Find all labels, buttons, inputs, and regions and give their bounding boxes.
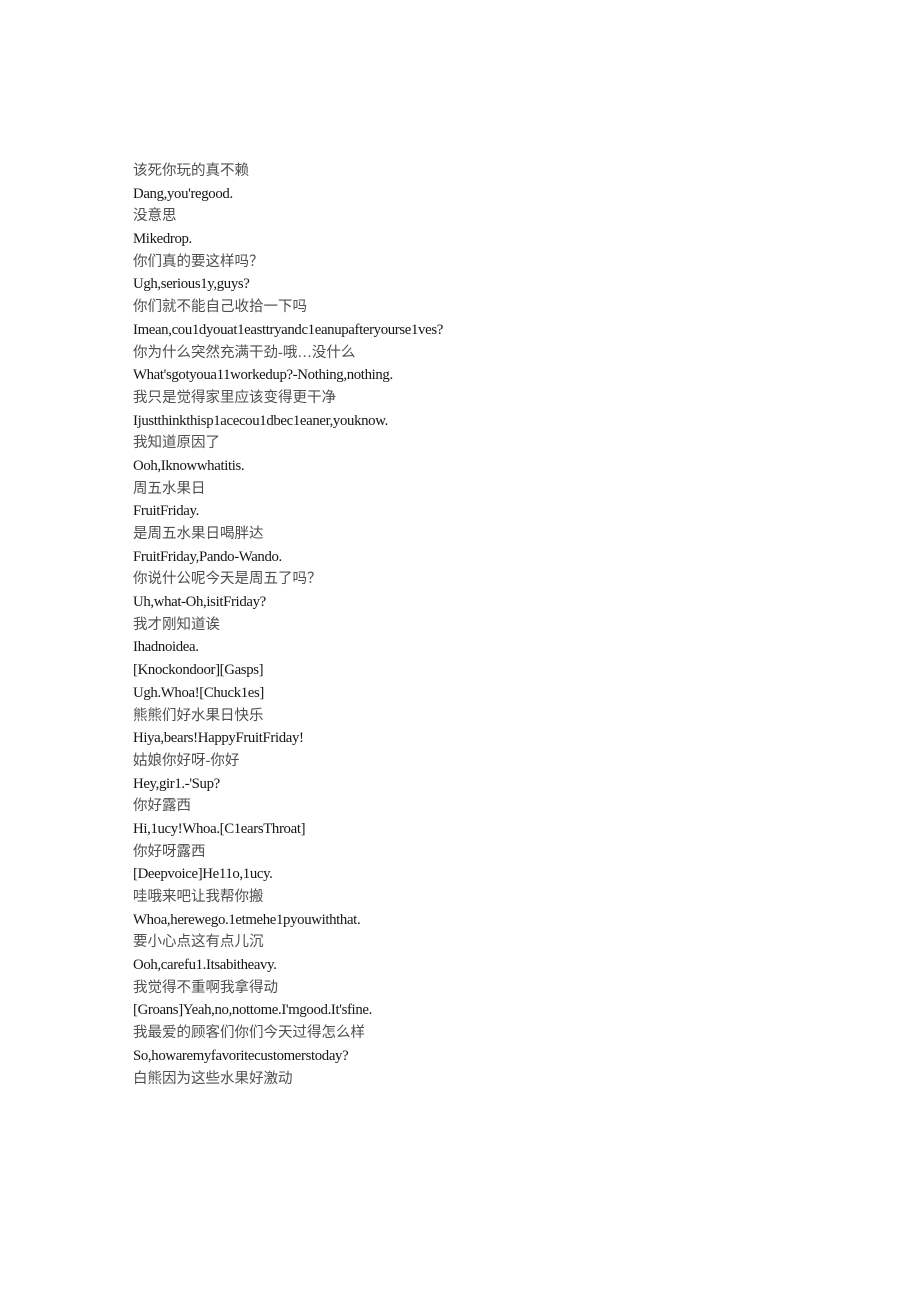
transcript-line-en: Ijustthinkthisp1acecou1dbec1eaner,youkno… [133,412,388,429]
transcript-line-zh: 你好呀露西 [133,843,206,860]
transcript-line-zh: 没意思 [133,208,177,225]
transcript-line-en: Dang,you'regood. [133,185,233,202]
transcript-line-zh: 你好露西 [133,798,191,815]
transcript-line-en: FruitFriday,Pando-Wando. [133,548,282,565]
transcript-body: 该死你玩的真不赖 Dang,you'regood. 没意思 Mikedrop. 你们真的… [133,160,873,1090]
transcript-line-en: [Deepvoice]He11o,1ucy. [133,866,273,883]
transcript-line-zh: 你们真的要这样吗？ [133,253,264,270]
transcript-line-en: Ugh.Whoa![Chuck1es] [133,684,265,701]
transcript-line-en: Uh,what-Oh,isitFriday? [133,594,266,611]
transcript-line-zh: 你为什么突然充满干劲-哦…没什么 [133,344,356,361]
transcript-line-en: Ooh,carefu1.Itsabitheavy. [133,957,277,974]
transcript-line-en: Ihadnoidea. [133,639,199,656]
transcript-line-en: Hiya,bears!HappyFruitFriday! [133,730,304,747]
transcript-line-en: Hi,1ucy!Whoa.[C1earsThroat] [133,820,306,837]
transcript-line-en: Whoa,herewego.1etmehe1pyouwiththat. [133,911,361,928]
transcript-line-en: Ooh,Iknowwhatitis. [133,457,245,474]
transcript-line-zh: 我只是觉得家里应该变得更干净 [133,389,336,406]
transcript-line-en: Hey,gir1.-'Sup? [133,775,220,792]
transcript-line-zh: 该死你玩的真不赖 [133,163,249,179]
transcript-line-zh: 姑娘你好呀-你好 [133,752,240,769]
transcript-line-zh: 你说什公呢今天是周五了吗？ [133,571,322,588]
transcript-line-en: [Knockondoor][Gasps] [133,662,264,679]
transcript-line-en: So,howaremyfavoritecustomerstoday? [133,1047,349,1064]
transcript-line-zh: 白熊因为这些水果好激动 [133,1070,293,1087]
transcript-line-zh: 我最爱的顾客们你们今天过得怎么样 [133,1025,365,1042]
transcript-line-en: Imean,cou1dyouat1easttryandc1eanupaftery… [133,321,443,338]
transcript-line-en: Ugh,serious1y,guys? [133,276,250,293]
transcript-line-zh: 要小心点这有点儿沉 [133,934,264,951]
transcript-line-en: Mikedrop. [133,231,192,248]
transcript-line-zh: 周五水果日 [133,480,206,497]
transcript-line-zh: 是周五水果日喝胖达 [133,526,264,542]
document-page: 该死你玩的真不赖 Dang,you'regood. 没意思 Mikedrop. 你们真的… [0,0,920,1301]
transcript-line-zh: 你们就不能自己收拾一下吗 [133,299,307,316]
transcript-line-zh: 我才刚知道诶 [133,616,220,633]
transcript-line-en: FruitFriday. [133,503,199,520]
transcript-line-zh: 熊熊们好水果日快乐 [133,707,264,724]
transcript-line-zh: 哇哦来吧让我帮你搬 [133,889,264,905]
transcript-line-en: What'sgotyoua11workedup?-Nothing,nothing… [133,367,393,384]
transcript-line-zh: 我觉得不重啊我拿得动 [133,979,278,996]
transcript-line-zh: 我知道原因了 [133,435,220,452]
transcript-line-en: [Groans]Yeah,no,nottome.I'mgood.It'sfine… [133,1002,372,1019]
